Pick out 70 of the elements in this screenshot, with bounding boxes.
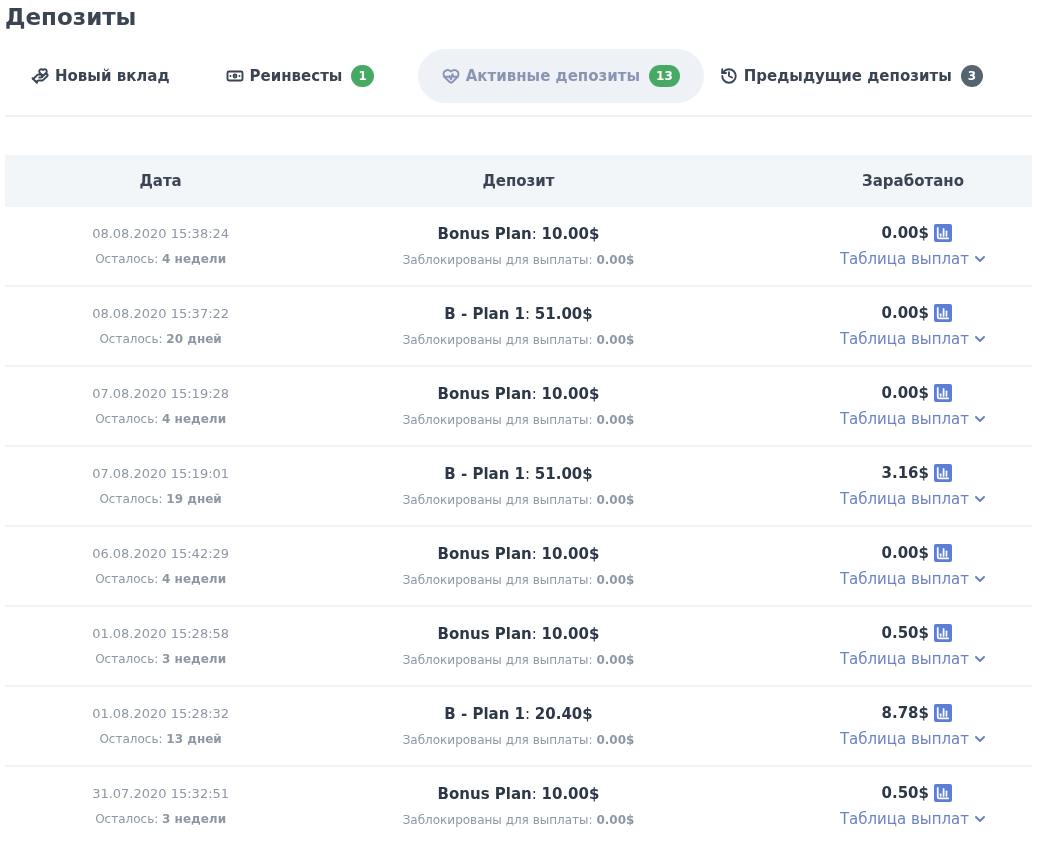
earned-amount: 8.78$ bbox=[881, 702, 929, 724]
date-text: 08.08.2020 15:38:24 bbox=[92, 225, 230, 244]
bar-chart-icon[interactable] bbox=[934, 303, 952, 322]
deposit-text: Bonus Plan: 10.00$ bbox=[437, 543, 600, 565]
bar-chart-icon[interactable] bbox=[934, 463, 952, 482]
page-title: Депозиты bbox=[5, 3, 138, 32]
payout-table-link[interactable]: Таблица выплат bbox=[839, 488, 988, 511]
tab[interactable]: Реинвесты 1 bbox=[213, 49, 386, 103]
deposit-text: B - Plan 1: 20.40$ bbox=[444, 703, 593, 725]
count-badge: 3 bbox=[960, 65, 984, 87]
date-text: 07.08.2020 15:19:01 bbox=[92, 465, 230, 484]
earned-amount: 0.50$ bbox=[881, 622, 929, 644]
payout-table-link[interactable]: Таблица выплат bbox=[839, 568, 988, 591]
blocked-text: Заблокированы для выплаты: 0.00$ bbox=[402, 572, 635, 590]
blocked-text: Заблокированы для выплаты: 0.00$ bbox=[402, 412, 635, 430]
date-text: 01.08.2020 15:28:32 bbox=[92, 705, 230, 724]
column-header: Депозит bbox=[481, 170, 556, 192]
tab[interactable]: Предыдущие депозиты 3 bbox=[707, 49, 996, 103]
column-header: Дата bbox=[138, 170, 183, 192]
earned-amount: 0.50$ bbox=[881, 782, 929, 804]
payout-table-link[interactable]: Таблица выплат bbox=[839, 408, 988, 431]
bar-chart-icon[interactable] bbox=[934, 543, 952, 562]
bar-chart-icon[interactable] bbox=[934, 383, 952, 402]
deposit-text: Bonus Plan: 10.00$ bbox=[437, 383, 600, 405]
count-badge: 1 bbox=[351, 65, 374, 87]
blocked-text: Заблокированы для выплаты: 0.00$ bbox=[402, 252, 635, 270]
deposit-text: Bonus Plan: 10.00$ bbox=[437, 223, 600, 245]
tab[interactable]: Активные депозиты 13 bbox=[417, 49, 704, 103]
payout-table-link[interactable]: Таблица выплат bbox=[839, 328, 988, 351]
date-text: 31.07.2020 15:32:51 bbox=[92, 785, 230, 804]
date-text: 08.08.2020 15:37:22 bbox=[92, 305, 230, 324]
date-text: 06.08.2020 15:42:29 bbox=[92, 545, 230, 564]
blocked-text: Заблокированы для выплаты: 0.00$ bbox=[402, 492, 635, 510]
blocked-text: Заблокированы для выплаты: 0.00$ bbox=[402, 812, 635, 830]
tab[interactable]: Новый вклад bbox=[19, 49, 182, 103]
remaining-text: Осталось: 13 дней bbox=[99, 730, 222, 748]
deposit-text: B - Plan 1: 51.00$ bbox=[444, 463, 593, 485]
date-text: 01.08.2020 15:28:58 bbox=[92, 625, 230, 644]
bar-chart-icon[interactable] bbox=[934, 223, 952, 242]
remaining-text: Осталось: 3 недели bbox=[95, 650, 227, 668]
remaining-text: Осталось: 4 недели bbox=[95, 410, 227, 428]
earned-amount: 0.00$ bbox=[881, 302, 929, 324]
deposit-text: Bonus Plan: 10.00$ bbox=[437, 623, 600, 645]
deposit-text: Bonus Plan: 10.00$ bbox=[437, 783, 600, 805]
column-header: Заработано bbox=[861, 170, 965, 192]
payout-table-link[interactable]: Таблица выплат bbox=[839, 648, 988, 671]
hand-heart-icon bbox=[31, 67, 49, 85]
remaining-text: Осталось: 4 недели bbox=[95, 250, 227, 268]
earned-amount: 0.00$ bbox=[881, 222, 929, 244]
heart-pulse-icon bbox=[441, 67, 460, 85]
remaining-text: Осталось: 3 недели bbox=[95, 810, 227, 828]
remaining-text: Осталось: 19 дней bbox=[99, 490, 222, 508]
deposit-text: B - Plan 1: 51.00$ bbox=[444, 303, 593, 325]
count-badge: 13 bbox=[649, 65, 680, 87]
payout-table-link[interactable]: Таблица выплат bbox=[839, 808, 988, 831]
blocked-text: Заблокированы для выплаты: 0.00$ bbox=[402, 732, 635, 750]
earned-amount: 0.00$ bbox=[881, 542, 929, 564]
remaining-text: Осталось: 20 дней bbox=[99, 330, 222, 348]
date-text: 07.08.2020 15:19:28 bbox=[92, 385, 230, 404]
bar-chart-icon[interactable] bbox=[934, 623, 952, 642]
blocked-text: Заблокированы для выплаты: 0.00$ bbox=[402, 332, 635, 350]
history-icon bbox=[719, 67, 738, 85]
earned-amount: 3.16$ bbox=[881, 462, 929, 484]
earned-amount: 0.00$ bbox=[881, 382, 929, 404]
payout-table-link[interactable]: Таблица выплат bbox=[839, 248, 988, 271]
payout-table-link[interactable]: Таблица выплат bbox=[839, 728, 988, 751]
bar-chart-icon[interactable] bbox=[934, 783, 952, 802]
remaining-text: Осталось: 4 недели bbox=[95, 570, 227, 588]
bar-chart-icon[interactable] bbox=[934, 703, 952, 722]
blocked-text: Заблокированы для выплаты: 0.00$ bbox=[402, 652, 635, 670]
